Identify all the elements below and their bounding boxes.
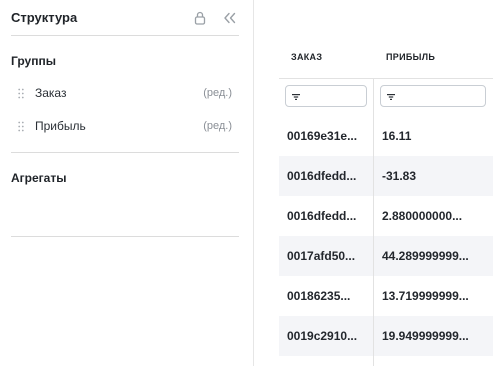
edit-link[interactable]: (ред.): [203, 120, 232, 132]
panel-title: Структура: [11, 10, 78, 25]
filter-icon: [387, 87, 395, 105]
drag-handle-icon[interactable]: [18, 87, 26, 99]
group-label: Прибыль: [35, 119, 86, 133]
table-row[interactable]: 0016dfedd... -31.83: [279, 156, 493, 196]
order-cell: 0017afd50...: [287, 249, 356, 263]
double-chevron-left-icon[interactable]: [222, 10, 238, 26]
column-header-profit[interactable]: ПРИБЫЛЬ: [386, 52, 435, 62]
aggregates-title: Агрегаты: [11, 171, 67, 185]
structure-panel: Структура Группы Заказ (ред.) Прибыль (р…: [0, 0, 254, 366]
order-cell: 0019c2910...: [287, 329, 358, 343]
column-header-order[interactable]: ЗАКАЗ: [291, 52, 322, 62]
order-cell: 0016dfedd...: [287, 169, 357, 183]
order-cell: 00186235...: [287, 289, 351, 303]
group-label: Заказ: [35, 86, 67, 100]
lock-icon[interactable]: [192, 10, 208, 26]
table-row[interactable]: 0017afd50... 44.289999999...: [279, 236, 493, 276]
filter-icon: [292, 87, 300, 105]
header-divider: [11, 35, 239, 36]
profit-cell: 2.880000000...: [382, 209, 463, 223]
table-row[interactable]: 0019c2910... 19.949999999...: [279, 316, 493, 356]
profit-cell: 13.719999999...: [382, 289, 469, 303]
filter-input-profit[interactable]: [380, 85, 486, 107]
aggregates-divider: [11, 236, 239, 237]
table-row[interactable]: 00169e31e... 16.11: [279, 116, 493, 156]
order-cell: 0016dfedd...: [287, 209, 357, 223]
groups-title: Группы: [11, 54, 56, 68]
profit-cell: -31.83: [382, 169, 417, 183]
profit-cell: 44.289999999...: [382, 249, 469, 263]
panel-header: Структура: [11, 0, 238, 35]
table-row[interactable]: 00186235... 13.719999999...: [279, 276, 493, 316]
profit-cell: 16.11: [382, 129, 412, 143]
header-icons: [192, 10, 238, 26]
header-row-line: [279, 78, 493, 79]
drag-handle-icon[interactable]: [18, 120, 26, 132]
group-item-profit[interactable]: Прибыль (ред.): [18, 117, 232, 135]
group-item-order[interactable]: Заказ (ред.): [18, 84, 232, 102]
column-separator: [373, 78, 374, 366]
table-row[interactable]: 0016dfedd... 2.880000000...: [279, 196, 493, 236]
filter-input-order[interactable]: [285, 85, 367, 107]
edit-link[interactable]: (ред.): [203, 87, 232, 99]
order-cell: 00169e31e...: [287, 129, 358, 143]
groups-divider: [11, 152, 239, 153]
profit-cell: 19.949999999...: [382, 329, 469, 343]
